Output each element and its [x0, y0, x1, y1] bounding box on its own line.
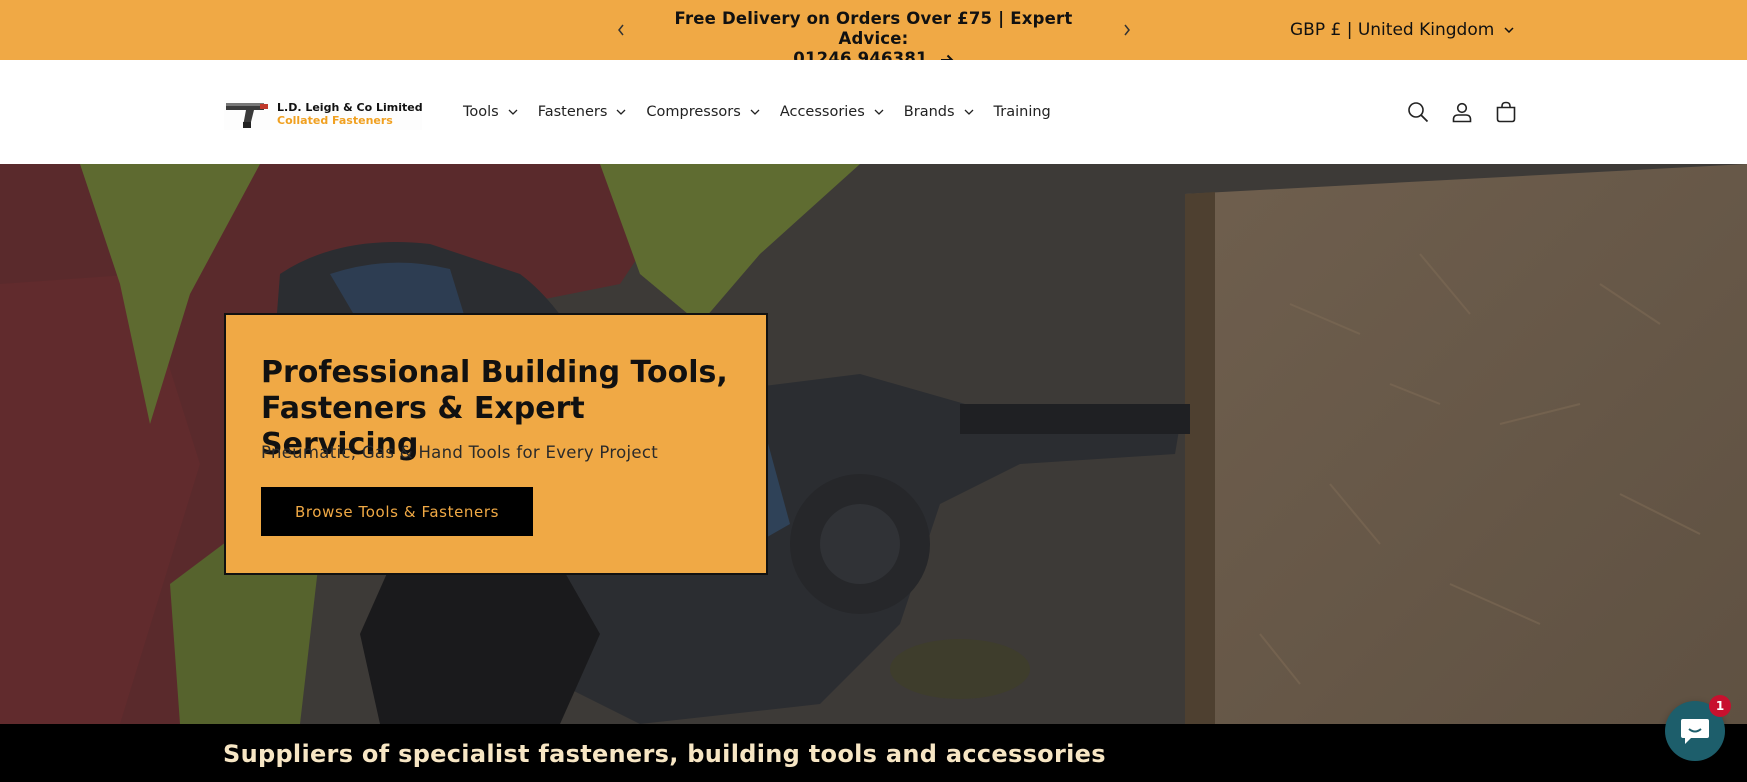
account-icon — [1452, 102, 1472, 123]
nav-item-fasteners[interactable]: Fasteners — [538, 104, 627, 120]
hero-banner: Professional Building Tools, Fasteners &… — [0, 164, 1747, 724]
suppliers-banner: Suppliers of specialist fasteners, build… — [0, 724, 1747, 782]
hero-subtitle: Pneumatic, Gas & Hand Tools for Every Pr… — [261, 443, 658, 462]
chevron-down-icon — [750, 109, 760, 115]
main-navigation: Tools Fasteners Compressors Accessories … — [463, 100, 1051, 124]
announcement-bar: Free Delivery on Orders Over £75 | Exper… — [0, 0, 1747, 68]
chat-notification-badge: 1 — [1709, 695, 1731, 717]
chat-bubble-icon — [1681, 719, 1709, 744]
hero-content-box: Professional Building Tools, Fasteners &… — [224, 313, 768, 575]
nav-item-brands[interactable]: Brands — [904, 104, 974, 120]
search-icon — [1408, 102, 1429, 123]
site-logo[interactable]: L.D. Leigh & Co Limited Collated Fastene… — [224, 94, 423, 134]
nav-item-label: Accessories — [779, 104, 865, 120]
nav-item-label: Tools — [463, 104, 499, 120]
chevron-down-icon — [508, 109, 518, 115]
logo-nailgun-icon: L.D. Leigh & Co Limited Collated Fastene… — [224, 100, 423, 130]
nav-item-tools[interactable]: Tools — [463, 104, 518, 120]
announcement-line1: Free Delivery on Orders Over £75 | Exper… — [674, 9, 1073, 48]
nav-item-label: Fasteners — [537, 104, 608, 120]
logo-line1: L.D. Leigh & Co Limited — [277, 101, 422, 114]
cart-button[interactable] — [1492, 98, 1520, 126]
search-button[interactable] — [1404, 98, 1432, 126]
currency-country-selector[interactable]: GBP £ | United Kingdom — [1290, 18, 1514, 42]
nav-item-training[interactable]: Training — [994, 104, 1051, 120]
nav-item-accessories[interactable]: Accessories — [780, 104, 884, 120]
currency-label: GBP £ | United Kingdom — [1290, 20, 1495, 40]
chevron-down-icon — [1504, 27, 1514, 33]
nav-item-compressors[interactable]: Compressors — [646, 104, 760, 120]
nav-item-label: Training — [993, 104, 1051, 120]
nav-item-label: Brands — [903, 104, 955, 120]
chevron-down-icon — [964, 109, 974, 115]
chevron-right-icon — [1124, 24, 1130, 36]
nav-item-label: Compressors — [646, 104, 741, 120]
chevron-down-icon — [874, 109, 884, 115]
suppliers-heading: Suppliers of specialist fasteners, build… — [223, 740, 1106, 768]
browse-tools-button[interactable]: Browse Tools & Fasteners — [261, 487, 533, 536]
site-header: L.D. Leigh & Co Limited Collated Fastene… — [0, 60, 1747, 164]
chevron-left-icon — [618, 24, 624, 36]
announcement-next-button[interactable] — [1115, 18, 1139, 42]
announcement-prev-button[interactable] — [609, 18, 633, 42]
chevron-down-icon — [616, 109, 626, 115]
account-button[interactable] — [1448, 98, 1476, 126]
logo-line2: Collated Fasteners — [277, 114, 393, 127]
cart-icon — [1496, 101, 1516, 123]
